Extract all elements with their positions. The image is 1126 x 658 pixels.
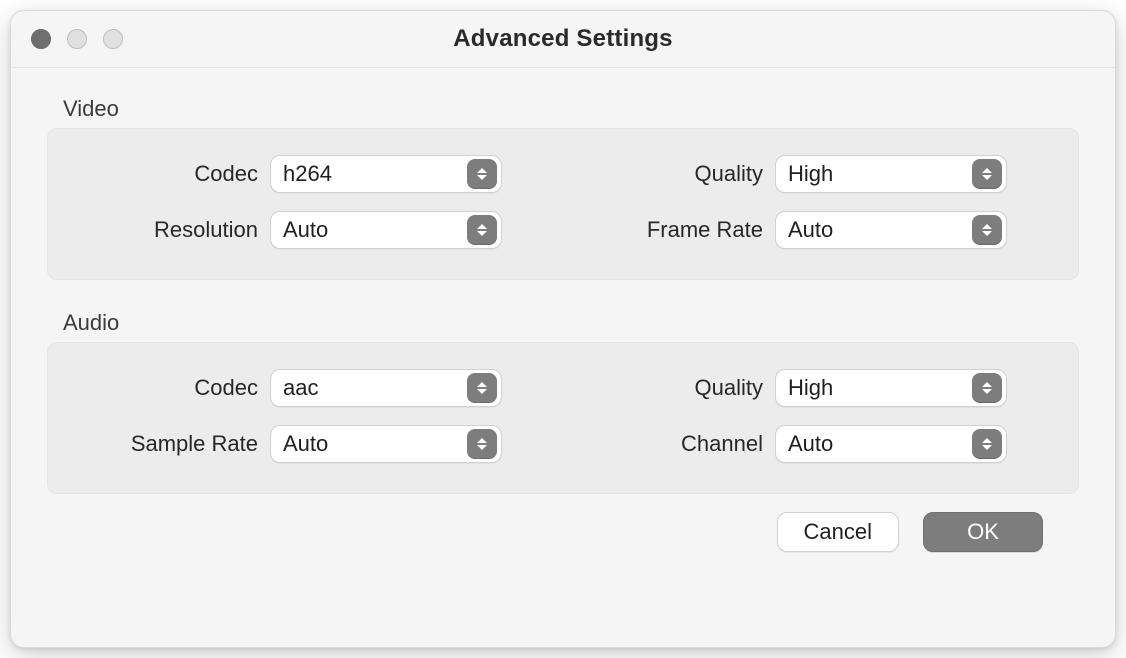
audio-codec-popup[interactable]: aac	[270, 369, 502, 407]
popup-indicator-icon	[467, 429, 497, 459]
audio-group-title: Audio	[63, 310, 1079, 336]
video-resolution-popup[interactable]: Auto	[270, 211, 502, 249]
video-quality-value: High	[776, 155, 972, 193]
audio-quality-field: Quality High	[563, 369, 1068, 407]
chevron-down-icon	[477, 445, 487, 450]
chevron-down-icon	[982, 175, 992, 180]
titlebar: Advanced Settings	[11, 11, 1115, 68]
video-frame-rate-label: Frame Rate	[563, 217, 775, 243]
audio-quality-popup[interactable]: High	[775, 369, 1007, 407]
audio-channel-label: Channel	[563, 431, 775, 457]
chevron-up-icon	[477, 168, 487, 173]
popup-indicator-icon	[972, 373, 1002, 403]
audio-channel-field: Channel Auto	[563, 425, 1068, 463]
popup-indicator-icon	[972, 159, 1002, 189]
chevron-down-icon	[477, 175, 487, 180]
popup-indicator-icon	[467, 373, 497, 403]
video-resolution-value: Auto	[271, 211, 467, 249]
chevron-up-icon	[477, 382, 487, 387]
video-group-box: Codec h264 Quality High	[47, 128, 1079, 280]
audio-quality-value: High	[776, 369, 972, 407]
window-controls	[31, 11, 123, 67]
chevron-up-icon	[982, 382, 992, 387]
chevron-down-icon	[982, 445, 992, 450]
cancel-button[interactable]: Cancel	[777, 512, 899, 552]
video-quality-field: Quality High	[563, 155, 1068, 193]
chevron-down-icon	[982, 389, 992, 394]
zoom-window-button[interactable]	[103, 29, 123, 49]
ok-button[interactable]: OK	[923, 512, 1043, 552]
video-codec-value: h264	[271, 155, 467, 193]
minimize-window-button[interactable]	[67, 29, 87, 49]
audio-sample-rate-label: Sample Rate	[58, 431, 270, 457]
video-codec-popup[interactable]: h264	[270, 155, 502, 193]
video-codec-field: Codec h264	[58, 155, 563, 193]
audio-sample-rate-popup[interactable]: Auto	[270, 425, 502, 463]
chevron-up-icon	[982, 438, 992, 443]
popup-indicator-icon	[467, 215, 497, 245]
video-resolution-label: Resolution	[58, 217, 270, 243]
popup-indicator-icon	[972, 429, 1002, 459]
dialog-footer: Cancel OK	[47, 494, 1079, 552]
chevron-down-icon	[982, 231, 992, 236]
advanced-settings-window: Advanced Settings Video Codec h264	[10, 10, 1116, 648]
window-title: Advanced Settings	[11, 25, 1115, 53]
chevron-up-icon	[477, 224, 487, 229]
video-frame-rate-popup[interactable]: Auto	[775, 211, 1007, 249]
video-codec-label: Codec	[58, 161, 270, 187]
audio-quality-label: Quality	[563, 375, 775, 401]
audio-codec-label: Codec	[58, 375, 270, 401]
audio-group-box: Codec aac Quality High	[47, 342, 1079, 494]
close-window-button[interactable]	[31, 29, 51, 49]
audio-group: Audio Codec aac Quality High	[47, 310, 1079, 494]
popup-indicator-icon	[467, 159, 497, 189]
chevron-up-icon	[982, 224, 992, 229]
audio-channel-popup[interactable]: Auto	[775, 425, 1007, 463]
chevron-down-icon	[477, 389, 487, 394]
audio-codec-field: Codec aac	[58, 369, 563, 407]
video-group: Video Codec h264 Quality High	[47, 96, 1079, 280]
chevron-down-icon	[477, 231, 487, 236]
chevron-up-icon	[477, 438, 487, 443]
audio-channel-value: Auto	[776, 425, 972, 463]
popup-indicator-icon	[972, 215, 1002, 245]
audio-codec-value: aac	[271, 369, 467, 407]
video-frame-rate-field: Frame Rate Auto	[563, 211, 1068, 249]
video-quality-label: Quality	[563, 161, 775, 187]
audio-sample-rate-value: Auto	[271, 425, 467, 463]
video-quality-popup[interactable]: High	[775, 155, 1007, 193]
video-group-title: Video	[63, 96, 1079, 122]
video-resolution-field: Resolution Auto	[58, 211, 563, 249]
content-area: Video Codec h264 Quality High	[11, 68, 1115, 647]
audio-sample-rate-field: Sample Rate Auto	[58, 425, 563, 463]
chevron-up-icon	[982, 168, 992, 173]
video-frame-rate-value: Auto	[776, 211, 972, 249]
